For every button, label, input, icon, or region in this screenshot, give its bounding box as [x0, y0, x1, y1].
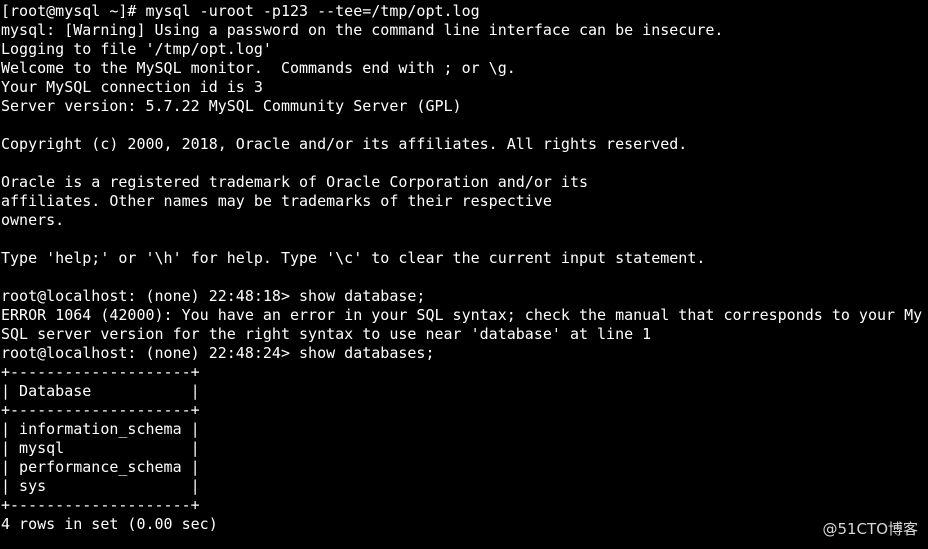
- terminal-line-prompt-show-databases: root@localhost: (none) 22:48:24> show da…: [1, 344, 435, 362]
- result-summary: 4 rows in set (0.00 sec): [1, 515, 218, 533]
- result-table-border: +--------------------+: [1, 496, 200, 514]
- terminal-line-command: [root@mysql ~]# mysql -uroot -p123 --tee…: [1, 2, 480, 20]
- result-table-border: +--------------------+: [1, 363, 200, 381]
- terminal-line-trademark-3: owners.: [1, 211, 65, 229]
- terminal-line-copyright: Copyright (c) 2000, 2018, Oracle and/or …: [1, 135, 688, 153]
- watermark: @51CTO博客: [822, 520, 918, 538]
- terminal-line-connection-id: Your MySQL connection id is 3: [1, 78, 263, 96]
- result-table-header: | Database |: [1, 382, 200, 400]
- terminal-line-trademark-1: Oracle is a registered trademark of Orac…: [1, 173, 588, 191]
- terminal-line-warning: mysql: [Warning] Using a password on the…: [1, 21, 724, 39]
- terminal-line-server-version: Server version: 5.7.22 MySQL Community S…: [1, 97, 462, 115]
- terminal-line-help: Type 'help;' or '\h' for help. Type '\c'…: [1, 249, 706, 267]
- terminal-line-error-1: ERROR 1064 (42000): You have an error in…: [1, 306, 923, 324]
- terminal-line-welcome: Welcome to the MySQL monitor. Commands e…: [1, 59, 516, 77]
- result-table-row: | performance_schema |: [1, 458, 200, 476]
- terminal-line-trademark-2: affiliates. Other names may be trademark…: [1, 192, 552, 210]
- terminal-line-error-2: SQL server version for the right syntax …: [1, 325, 652, 343]
- result-table-row: | information_schema |: [1, 420, 200, 438]
- result-table-border: +--------------------+: [1, 401, 200, 419]
- terminal-line-prompt-show-database: root@localhost: (none) 22:48:18> show da…: [1, 287, 426, 305]
- result-table-row: | mysql |: [1, 439, 200, 457]
- result-table-row: | sys |: [1, 477, 200, 495]
- terminal-window[interactable]: [root@mysql ~]# mysql -uroot -p123 --tee…: [0, 0, 928, 549]
- terminal-line-logging: Logging to file '/tmp/opt.log': [1, 40, 272, 58]
